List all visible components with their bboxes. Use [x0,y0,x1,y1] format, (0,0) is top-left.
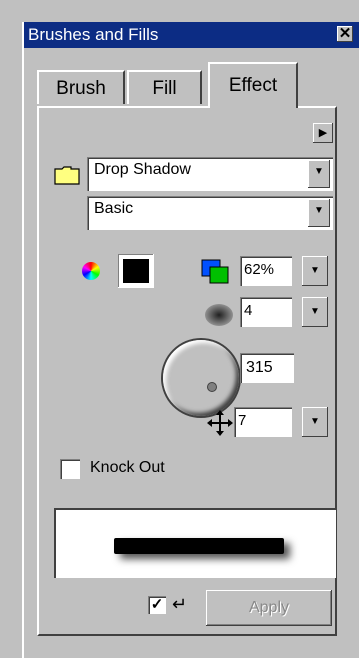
opacity-icon [201,259,229,284]
tab-brush[interactable]: Brush [37,70,125,104]
distance-field[interactable]: 7 [234,407,292,437]
chevron-down-icon[interactable]: ▼ [308,160,330,188]
title-bar: Brushes and Fills ✕ [24,22,359,48]
opacity-field[interactable]: 62% [240,256,292,286]
right-arrow-icon[interactable]: ▶ [313,123,333,143]
effect-type-select[interactable]: Drop Shadow ▼ [87,157,333,191]
effect-preset-value: Basic [94,200,134,217]
tab-effect[interactable]: Effect [208,62,298,108]
effect-type-value: Drop Shadow [94,161,191,178]
shadow-preview-stroke [114,538,284,554]
tab-fill[interactable]: Fill [127,70,202,104]
folder-icon [54,166,80,185]
blur-icon [205,304,233,326]
move-icon [207,410,233,436]
knock-out-label: Knock Out [90,459,165,476]
opacity-value: 62% [244,261,275,278]
blur-dropdown-button[interactable]: ▼ [302,297,328,327]
color-wheel-icon[interactable] [82,262,100,280]
close-icon[interactable]: ✕ [337,26,353,42]
distance-dropdown-button[interactable]: ▼ [302,407,328,437]
knock-out-checkbox[interactable] [60,459,80,479]
blur-field[interactable]: 4 [240,297,292,327]
angle-dial[interactable] [163,340,239,416]
return-icon: ↵ [172,594,188,614]
effect-preset-select[interactable]: Basic ▼ [87,196,333,230]
angle-field[interactable]: 315 [240,353,294,383]
dial-knob[interactable] [207,382,217,392]
opacity-dropdown-button[interactable]: ▼ [302,256,328,286]
shadow-preview [54,508,336,578]
window-title: Brushes and Fills [28,25,159,44]
auto-apply-checkbox[interactable]: ✓ [148,596,166,614]
distance-value: 7 [238,412,247,429]
blur-value: 4 [244,302,253,319]
shadow-color-swatch[interactable] [118,254,154,288]
apply-button[interactable]: Apply [206,590,332,626]
chevron-down-icon[interactable]: ▼ [308,199,330,227]
